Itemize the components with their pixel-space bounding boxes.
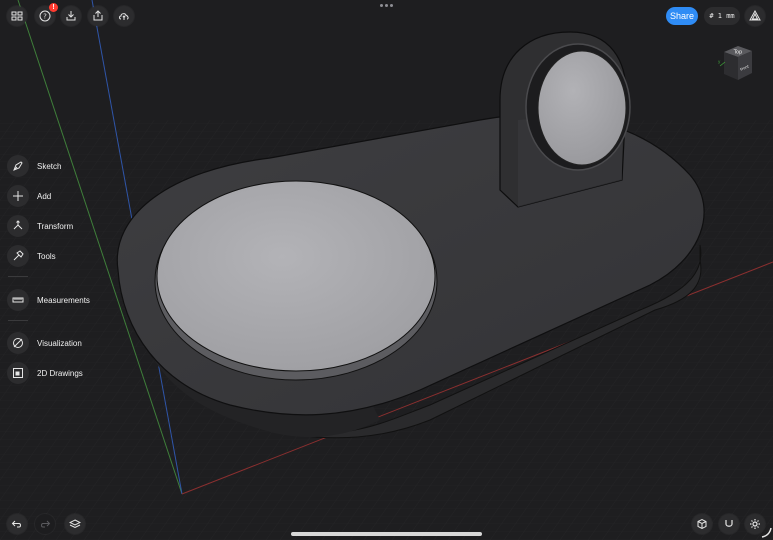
scroll-arc-icon [761,527,772,538]
section-view-button[interactable] [692,514,712,534]
visualization-icon [7,332,29,354]
tool-visualization[interactable]: Visualization [7,332,82,354]
tool-label: Add [37,191,52,201]
help-alert-badge: ! [49,3,58,12]
tool-2d-drawings[interactable]: 2D Drawings [7,362,83,384]
grid-view-button[interactable] [7,6,27,26]
view-cube-top-label: Top [733,50,742,56]
3d-viewport[interactable] [0,0,773,540]
redo-icon [41,520,51,528]
undo-button[interactable] [7,514,27,534]
plus-icon [7,185,29,207]
tool-label: Sketch [37,161,62,171]
help-icon: ? [39,10,51,22]
ruler-icon [7,289,29,311]
section-cube-icon [697,518,707,530]
cloud-upload-icon [119,13,129,20]
tool-measurements[interactable]: Measurements [7,289,90,311]
share-upload-icon [93,10,103,21]
magnet-icon [725,520,733,527]
hammer-icon [7,245,29,267]
import-button[interactable] [61,6,81,26]
more-options-handle[interactable] [380,4,393,7]
tool-sketch[interactable]: Sketch [7,155,61,177]
tool-transform[interactable]: Transform [7,215,73,237]
redo-button[interactable] [35,514,55,534]
home-indicator[interactable] [291,532,482,536]
export-button[interactable] [88,6,108,26]
layers-icon [69,519,81,529]
stand-disc [537,50,627,166]
tool-label: 2D Drawings [37,368,83,378]
charging-pad-disc [156,180,436,372]
share-button[interactable]: Share [666,7,698,25]
snap-button[interactable] [719,514,739,534]
view-cube[interactable]: Top Front y [716,42,756,84]
grid-size-button[interactable]: # 1 mm [704,7,740,25]
view-options-button[interactable] [745,6,765,26]
pen-nib-icon [7,155,29,177]
tool-divider [8,276,28,277]
tool-label: Visualization [37,338,82,348]
svg-text:?: ? [43,13,47,21]
perspective-icon [749,10,761,21]
undo-icon [11,520,21,528]
grid-icon [11,11,23,21]
tool-label: Tools [37,251,56,261]
layers-button[interactable] [65,514,85,534]
tool-add[interactable]: Add [7,185,51,207]
cloud-sync-button[interactable] [114,6,134,26]
svg-text:y: y [718,59,721,64]
tool-divider [8,320,28,321]
transform-icon [7,215,29,237]
tool-tools[interactable]: Tools [7,245,56,267]
download-tray-icon [66,11,76,21]
drawing-sheet-icon [7,362,29,384]
tool-label: Measurements [37,295,90,305]
tool-label: Transform [37,221,74,231]
